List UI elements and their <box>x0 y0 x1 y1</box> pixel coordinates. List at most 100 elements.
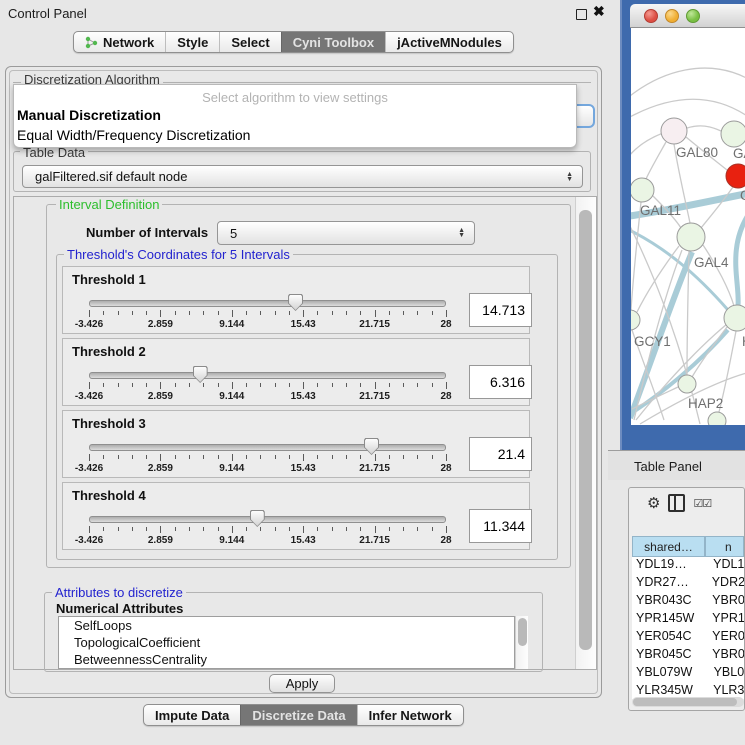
table-cell[interactable]: YBR045C <box>632 647 707 665</box>
network-node[interactable] <box>677 223 705 251</box>
table-row[interactable]: YBL079WYBL0 <box>632 665 744 683</box>
threshold-row: Threshold 1 -3.4262.8599.14415.4321.7152… <box>62 266 530 334</box>
threshold-value-field[interactable]: 14.713 <box>469 293 532 327</box>
slider-tick <box>103 311 104 315</box>
scrollbar-thumb[interactable] <box>633 698 737 706</box>
table-cell[interactable]: YBL079W <box>632 665 709 683</box>
number-of-intervals-combobox[interactable]: 5 ▲▼ <box>217 221 475 245</box>
column-header-name[interactable]: n <box>705 536 744 557</box>
list-item[interactable]: SelfLoops <box>59 617 514 634</box>
tab-jactivemnodules[interactable]: jActiveMNodules <box>385 32 513 52</box>
slider-tick <box>346 455 347 459</box>
slider-tick <box>260 383 261 387</box>
threshold-value-field[interactable]: 11.344 <box>469 509 532 543</box>
tab-select[interactable]: Select <box>219 32 280 52</box>
network-node[interactable] <box>724 305 745 331</box>
slider-tick <box>146 455 147 459</box>
slider-thumb[interactable] <box>193 366 208 383</box>
vertical-scrollbar[interactable] <box>575 197 596 669</box>
table-cell[interactable]: YBR043C <box>632 593 707 611</box>
slider-thumb[interactable] <box>364 438 379 455</box>
slider-tick <box>175 455 176 459</box>
list-scrollbar[interactable] <box>515 616 528 669</box>
threshold-slider[interactable]: -3.4262.8599.14415.4321.71528 <box>89 513 446 547</box>
tab-discretize-data[interactable]: Discretize Data <box>240 705 356 725</box>
table-cell[interactable]: YER0 <box>707 629 744 647</box>
tab-impute-data[interactable]: Impute Data <box>144 705 240 725</box>
gear-icon[interactable]: ⚙ <box>647 496 660 511</box>
apply-button[interactable]: Apply <box>269 674 335 693</box>
slider-track[interactable] <box>89 300 446 307</box>
threshold-value-field[interactable]: 6.316 <box>469 365 532 399</box>
table-cell[interactable]: YDL1 <box>708 557 744 575</box>
table-cell[interactable]: YDR2 <box>707 575 744 593</box>
minimize-traffic-light-icon[interactable] <box>665 9 679 23</box>
slider-tick <box>118 311 119 315</box>
threshold-slider[interactable]: -3.4262.8599.14415.4321.71528 <box>89 369 446 403</box>
table-row[interactable]: YER054CYER0 <box>632 629 744 647</box>
slider-track[interactable] <box>89 516 446 523</box>
slider-tick <box>246 527 247 531</box>
slider-track[interactable] <box>89 372 446 379</box>
slider-tick <box>189 311 190 315</box>
network-node[interactable] <box>631 310 640 330</box>
tab-cyni-toolbox[interactable]: Cyni Toolbox <box>281 32 385 52</box>
checkbox-pair-icon[interactable]: ☑☑ <box>693 497 711 510</box>
table-row[interactable]: YDR27…YDR2 <box>632 575 744 593</box>
table-cell[interactable]: YDR27… <box>632 575 707 593</box>
threshold-slider[interactable]: -3.4262.8599.14415.4321.71528 <box>89 441 446 475</box>
slider-tick <box>232 310 233 317</box>
horizontal-scrollbar[interactable] <box>632 697 744 707</box>
network-node[interactable] <box>678 375 696 393</box>
table-cell[interactable]: YDL19… <box>632 557 708 575</box>
split-column-icon[interactable] <box>668 494 685 512</box>
table-cell[interactable]: YPR1 <box>707 611 744 629</box>
slider-scale-label: 2.859 <box>148 463 173 474</box>
slider-thumb[interactable] <box>288 294 303 311</box>
list-item[interactable]: BetweennessCentrality <box>59 651 514 668</box>
table-row[interactable]: YDL19…YDL1 <box>632 557 744 575</box>
threshold-value-field[interactable]: 21.4 <box>469 437 532 471</box>
close-icon[interactable]: ✖ <box>593 3 605 20</box>
scrollbar-thumb[interactable] <box>579 210 592 650</box>
dropdown-option-equal-width[interactable]: Equal Width/Frequency Discretization <box>17 127 250 143</box>
node-label: GCY1 <box>634 334 671 349</box>
table-cell[interactable]: YBR0 <box>707 647 744 665</box>
network-node[interactable] <box>661 118 687 144</box>
float-window-icon[interactable] <box>576 9 587 20</box>
table-cell[interactable]: YBR0 <box>707 593 744 611</box>
network-window-titlebar[interactable] <box>630 4 745 28</box>
tab-style[interactable]: Style <box>165 32 219 52</box>
node-label: HAP2 <box>688 396 723 411</box>
scrollbar-thumb[interactable] <box>518 618 527 646</box>
slider-tick <box>218 311 219 315</box>
slider-track[interactable] <box>89 444 446 451</box>
numerical-attributes-list[interactable]: SelfLoops TopologicalCoefficient Between… <box>58 616 515 669</box>
close-traffic-light-icon[interactable] <box>644 9 658 23</box>
threshold-slider[interactable]: -3.4262.8599.14415.4321.71528 <box>89 297 446 331</box>
tab-infer-network[interactable]: Infer Network <box>357 705 463 725</box>
slider-tick <box>417 311 418 315</box>
network-node[interactable] <box>708 412 726 425</box>
slider-tick <box>360 383 361 387</box>
table-cell[interactable]: YER054C <box>632 629 707 647</box>
table-row[interactable]: YPR145WYPR1 <box>632 611 744 629</box>
slider-tick <box>360 527 361 531</box>
zoom-traffic-light-icon[interactable] <box>686 9 700 23</box>
table-cell[interactable]: YBL0 <box>709 665 744 683</box>
column-header-shared-name[interactable]: shared… <box>632 536 705 557</box>
table-row[interactable]: YBR043CYBR0 <box>632 593 744 611</box>
slider-tick <box>89 382 90 389</box>
table-data-combobox[interactable]: galFiltered.sif default node ▲▼ <box>22 165 583 188</box>
list-item[interactable]: TopologicalCoefficient <box>59 634 514 651</box>
network-node[interactable] <box>631 178 654 202</box>
network-node[interactable] <box>721 121 745 147</box>
slider-tick <box>189 383 190 387</box>
network-view-canvas[interactable]: GAL80GACGAL11GAL4GCY1HHAP2 <box>631 28 745 425</box>
table-row[interactable]: YBR045CYBR0 <box>632 647 744 665</box>
table-cell[interactable]: YPR145W <box>632 611 707 629</box>
network-node[interactable] <box>726 164 745 188</box>
slider-thumb[interactable] <box>250 510 265 527</box>
tab-network[interactable]: Network <box>74 32 165 52</box>
dropdown-option-manual[interactable]: Manual Discretization <box>17 107 161 123</box>
